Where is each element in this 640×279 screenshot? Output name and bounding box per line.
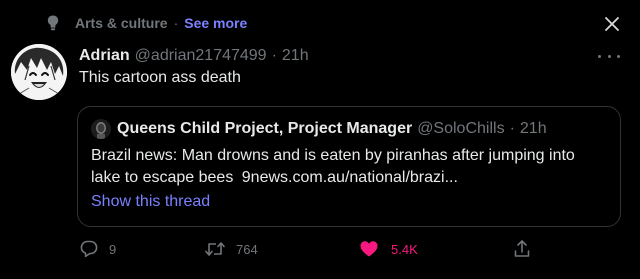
quote-header: Queens Child Project, Project Manager @S… — [91, 118, 547, 140]
quoted-tweet-card[interactable]: Queens Child Project, Project Manager @S… — [77, 106, 621, 227]
quote-text: Brazil news: Man drowns and is eaten by … — [91, 145, 601, 189]
author-name[interactable]: Adrian — [79, 47, 130, 65]
quote-link[interactable]: 9news.com.au/national/brazi... — [242, 169, 458, 186]
topic-pin-icon — [46, 14, 60, 32]
action-bar: 9 764 5.4K — [79, 237, 539, 261]
share-button[interactable] — [512, 237, 532, 261]
reply-count: 9 — [109, 241, 117, 257]
heart-icon — [360, 241, 378, 257]
show-thread-link[interactable]: Show this thread — [91, 191, 210, 213]
share-icon — [514, 240, 530, 257]
tweet-timestamp[interactable]: 21h — [282, 47, 309, 65]
quote-header-separator: · — [509, 120, 515, 137]
tweet-text: This cartoon ass death — [79, 69, 241, 86]
quote-author-handle[interactable]: @SoloChills — [417, 120, 504, 138]
context-separator: · — [173, 15, 179, 31]
quote-author-name[interactable]: Queens Child Project, Project Manager — [117, 120, 412, 138]
topic-context-row: Arts & culture · See more — [46, 12, 247, 34]
topic-label[interactable]: Arts & culture — [75, 15, 168, 31]
quote-timestamp[interactable]: 21h — [520, 120, 547, 138]
reply-button[interactable]: 9 — [79, 237, 116, 261]
quote-author-avatar[interactable] — [91, 119, 111, 139]
like-button[interactable]: 5.4K — [359, 237, 418, 261]
author-handle[interactable]: @adrian21747499 — [135, 47, 267, 65]
more-button[interactable] — [598, 48, 620, 64]
reply-icon — [80, 240, 98, 258]
close-button[interactable] — [602, 14, 622, 34]
close-icon — [605, 17, 619, 31]
see-more-link[interactable]: See more — [184, 15, 247, 31]
author-avatar[interactable] — [11, 44, 67, 100]
like-count: 5.4K — [391, 241, 418, 257]
header-separator: · — [271, 47, 277, 64]
tweet-header: Adrian @adrian21747499 · 21h — [79, 44, 309, 68]
tweet-page: Arts & culture · See more Adrian @adrian… — [0, 0, 640, 279]
retweet-icon — [205, 242, 225, 256]
retweet-count: 764 — [236, 241, 258, 257]
more-icon — [598, 54, 620, 58]
retweet-button[interactable]: 764 — [204, 237, 258, 261]
